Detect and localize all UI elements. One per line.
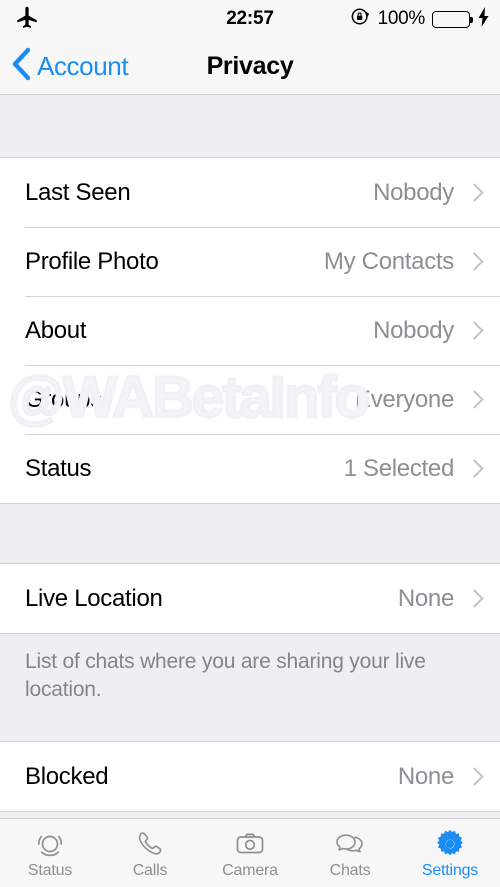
row-label: Live Location [25,584,163,612]
status-bar: 22:57 100% [0,0,500,38]
settings-row-status[interactable]: Status 1 Selected [0,434,500,503]
section-gap-2 [0,720,500,741]
settings-row-profile-photo[interactable]: Profile Photo My Contacts [0,227,500,296]
row-value: 1 Selected [343,454,455,482]
row-label: Blocked [25,762,109,790]
chevron-right-icon [468,252,480,272]
privacy-section-live-location: Live Location None [0,563,500,634]
privacy-section-visibility: Last Seen Nobody Profile Photo My Contac… [0,157,500,504]
settings-row-live-location[interactable]: Live Location None [0,564,500,633]
row-value: None [397,584,454,612]
lightning-bolt-icon [477,6,490,32]
tab-label: Status [27,862,73,879]
row-value: Nobody [373,178,454,206]
battery-percent-label: 100% [377,8,426,29]
tab-label: Camera [222,862,278,879]
row-label: Profile Photo [25,247,159,275]
settings-list[interactable]: Last Seen Nobody Profile Photo My Contac… [0,95,500,818]
section-gap-top [0,95,500,157]
page-title: Privacy [206,52,294,80]
settings-row-last-seen[interactable]: Last Seen Nobody [0,158,500,227]
tab-label: Calls [132,862,168,879]
chat-bubbles-icon [334,829,366,859]
row-label: Status [25,454,92,482]
chevron-right-icon [468,767,480,787]
battery-icon [432,10,473,28]
row-value: None [397,762,454,790]
status-rings-icon [34,829,66,859]
settings-row-about[interactable]: About Nobody [0,296,500,365]
section-footer-live-location: List of chats where you are sharing your… [0,634,500,720]
tab-bar: Status Calls Camera Chats Settings [0,818,500,887]
chevron-right-icon [468,589,480,609]
tab-label: Settings [421,862,479,879]
status-bar-right: 100% [350,6,490,32]
gear-icon [434,829,466,859]
tab-label: Chats [329,862,371,879]
app-screen: 22:57 100% Account Privacy Last Seen Nob… [0,0,500,887]
phone-icon [134,829,166,859]
rotation-lock-icon [350,6,371,32]
section-gap-1 [0,504,500,563]
tab-chats[interactable]: Chats [300,819,400,887]
chevron-right-icon [468,321,480,341]
row-label: Groups [25,385,102,413]
tab-calls[interactable]: Calls [100,819,200,887]
chevron-right-icon [468,459,480,479]
tab-camera[interactable]: Camera [200,819,300,887]
navigation-bar: Account Privacy [0,38,500,95]
row-label: About [25,316,87,344]
tab-settings[interactable]: Settings [400,819,500,887]
settings-row-groups[interactable]: Groups Everyone [0,365,500,434]
row-value: My Contacts [323,247,454,275]
row-value: Everyone [355,385,454,413]
tab-status[interactable]: Status [0,819,100,887]
settings-row-blocked[interactable]: Blocked None [0,742,500,811]
privacy-section-blocked: Blocked None [0,741,500,812]
row-value: Nobody [373,316,454,344]
camera-icon [234,829,266,859]
chevron-right-icon [468,183,480,203]
chevron-right-icon [468,390,480,410]
row-label: Last Seen [25,178,131,206]
